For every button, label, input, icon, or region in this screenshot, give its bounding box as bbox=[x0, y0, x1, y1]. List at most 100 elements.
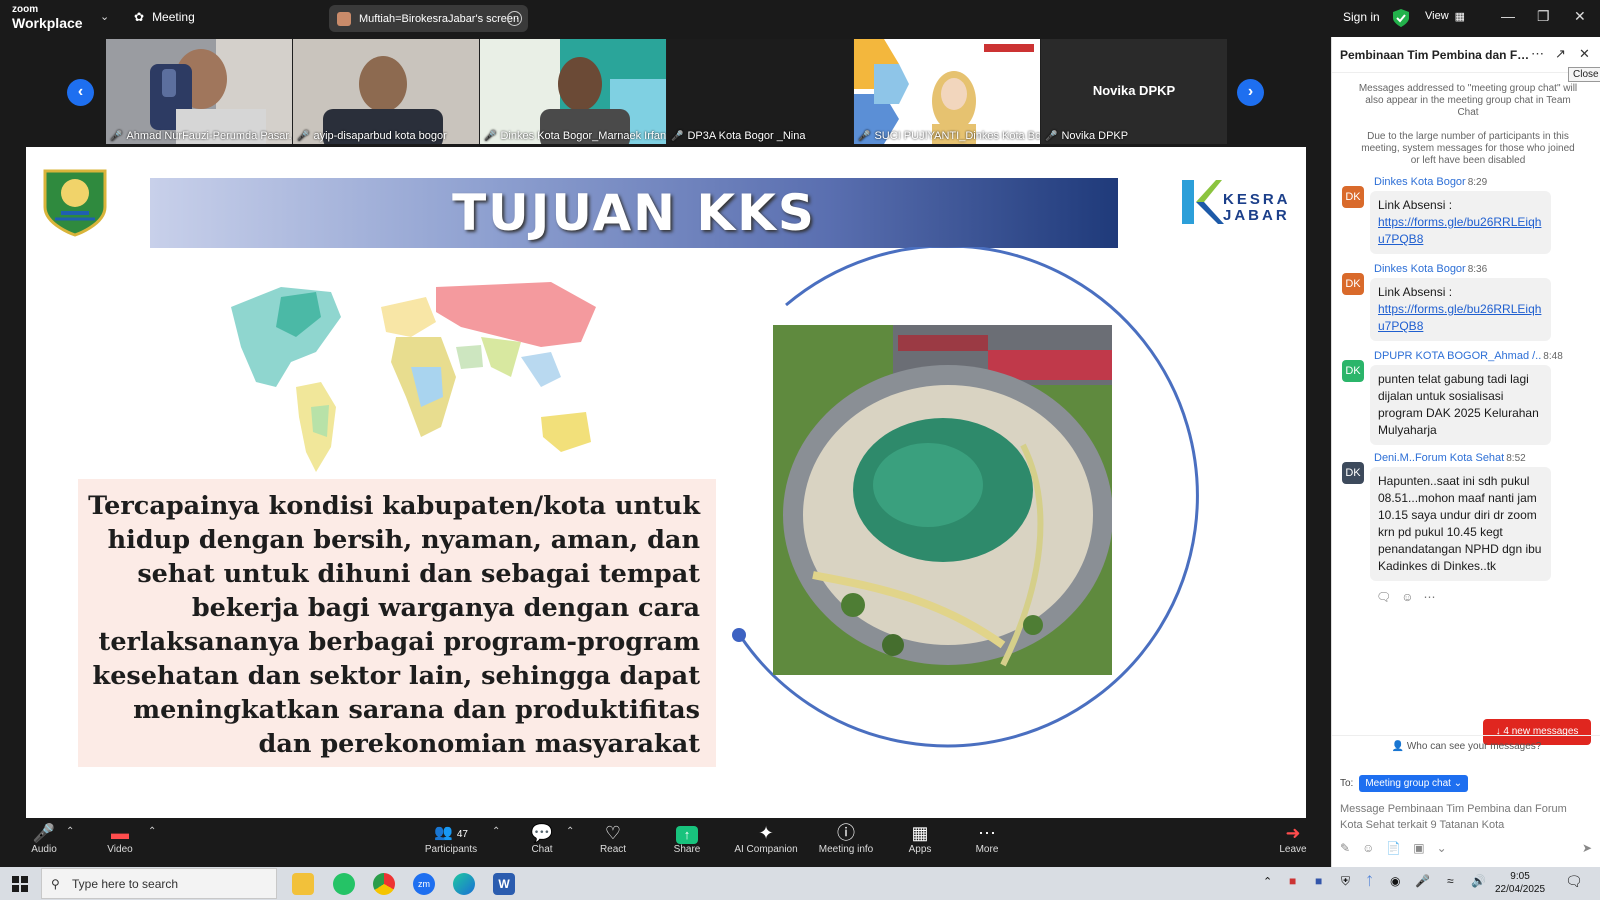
send-icon[interactable]: ➤ bbox=[1582, 841, 1592, 855]
title-banner: TUJUAN KKS bbox=[150, 178, 1118, 248]
popout-icon[interactable]: ↗ bbox=[1555, 46, 1566, 62]
message-actions: 🗨 ☺ ⋯ bbox=[1376, 590, 1436, 604]
gallery-next-button[interactable]: › bbox=[1237, 79, 1264, 106]
sender-name[interactable]: Dinkes Kota Bogor bbox=[1374, 176, 1466, 188]
video-tile[interactable]: 🎤 Ahmad NurFauzi-Perumda Pasar... bbox=[106, 39, 292, 144]
close-window-icon[interactable]: ✕ bbox=[1574, 8, 1586, 25]
objective-line: hidup dengan bersih, nyaman, aman, dan bbox=[107, 525, 700, 555]
gallery-prev-button[interactable]: ‹ bbox=[67, 79, 94, 106]
objective-text: Tercapainya kondisi kabupaten/kota untuk… bbox=[80, 489, 700, 761]
sharer-avatar bbox=[337, 11, 351, 26]
recipient-row: To: Meeting group chat ⌄ bbox=[1340, 775, 1469, 792]
view-label: View bbox=[1425, 10, 1449, 22]
wifi-icon[interactable]: ≈ bbox=[1447, 874, 1454, 888]
mic-muted-icon: 🎤 bbox=[32, 823, 56, 843]
apps-button[interactable]: ▦ Apps bbox=[906, 822, 934, 855]
tray-app-icon[interactable]: ■ bbox=[1315, 874, 1322, 888]
meeting-info-button[interactable]: ⓘ Meeting info bbox=[816, 822, 876, 855]
video-tile[interactable]: 🎤 SUCI PUJIYANTI_Dinkes Kota Bog... bbox=[854, 39, 1040, 144]
avatar: DK bbox=[1342, 186, 1364, 208]
file-explorer-icon[interactable] bbox=[292, 873, 314, 895]
sender-name[interactable]: Deni.M..Forum Kota Sehat bbox=[1374, 452, 1504, 464]
message-link[interactable]: https://forms.gle/bu26RRLEiqhu7PQB8 bbox=[1378, 215, 1541, 246]
whatsapp-icon[interactable] bbox=[333, 873, 355, 895]
close-icon[interactable]: ✕ bbox=[1579, 46, 1590, 62]
file-icon[interactable]: 📄 bbox=[1386, 841, 1401, 855]
city-park-aerial-photo bbox=[773, 325, 1112, 675]
tray-app-icon[interactable]: ■ bbox=[1289, 874, 1296, 888]
mic-muted-icon: 🎤 bbox=[671, 130, 684, 142]
chevron-down-icon[interactable]: ⌄ bbox=[100, 10, 109, 23]
objective-line: meningkatkan sarana dan produktifitas bbox=[133, 695, 700, 725]
chat-button[interactable]: 💬 Chat bbox=[525, 822, 559, 855]
taskbar-clock[interactable]: 9:05 22/04/2025 bbox=[1495, 870, 1545, 896]
recipient-dropdown[interactable]: Meeting group chat ⌄ bbox=[1359, 775, 1469, 792]
message-text: Link Absensi : bbox=[1378, 198, 1453, 212]
windows-taskbar: ⚲ Type here to search zm W ⌃ ■ ■ ⛨ ᛏ ◉ 🎤… bbox=[0, 867, 1600, 900]
screen-share-indicator[interactable]: Muftiah=BirokesraJabar's screen ⋯ bbox=[329, 5, 528, 32]
message-link[interactable]: https://forms.gle/bu26RRLEiqhu7PQB8 bbox=[1378, 302, 1541, 333]
message-time: 8:48 bbox=[1543, 351, 1563, 362]
ai-companion-button[interactable]: ✦ AI Companion bbox=[733, 822, 799, 855]
chat-label: Chat bbox=[531, 844, 553, 855]
video-button[interactable]: ▬ Video bbox=[104, 822, 136, 855]
camera-icon[interactable]: ◉ bbox=[1390, 874, 1400, 888]
zoom-icon[interactable]: zm bbox=[413, 873, 435, 895]
sender-name[interactable]: Dinkes Kota Bogor bbox=[1374, 263, 1466, 275]
more-button[interactable]: ⋯ More bbox=[972, 822, 1002, 855]
emoji-icon[interactable]: ☺ bbox=[1362, 841, 1374, 855]
windows-start-icon[interactable] bbox=[12, 876, 28, 892]
sender-name[interactable]: DPUPR KOTA BOGOR_Ahmad /.. bbox=[1374, 350, 1541, 362]
video-tile[interactable]: 🎤 DP3A Kota Bogor _Nina bbox=[667, 39, 853, 144]
view-button[interactable]: View ▦ bbox=[1425, 10, 1465, 23]
tray-expand-icon[interactable]: ⌃ bbox=[1263, 875, 1272, 888]
avatar: DK bbox=[1342, 462, 1364, 484]
participant-gallery: 🎤 Ahmad NurFauzi-Perumda Pasar... 🎤 ayip-d… bbox=[106, 39, 1227, 144]
more-options-icon[interactable]: ⋯ bbox=[507, 11, 522, 26]
chrome-icon[interactable] bbox=[373, 873, 395, 895]
volume-icon[interactable]: 🔊 bbox=[1471, 874, 1486, 888]
who-can-see-link[interactable]: 👤 Who can see your messages? bbox=[1332, 735, 1600, 757]
word-icon[interactable]: W bbox=[493, 873, 515, 895]
microphone-icon[interactable]: 🎤 bbox=[1415, 874, 1430, 888]
reply-icon[interactable]: 🗨 bbox=[1376, 590, 1391, 604]
react-button[interactable]: ♡ React bbox=[596, 822, 630, 855]
edge-icon[interactable] bbox=[453, 873, 475, 895]
kesra-logo-text: KESRA JABAR bbox=[1223, 192, 1291, 224]
recipient-label: Meeting group chat bbox=[1365, 778, 1451, 789]
objective-line: sehat untuk dihuni dan sebagai tempat bbox=[137, 559, 700, 589]
video-tile[interactable]: Novika DPKP 🎤 Novika DPKP bbox=[1041, 39, 1227, 144]
message-input[interactable]: Message Pembinaan Tim Pembina dan Forum … bbox=[1340, 801, 1590, 833]
leave-button[interactable]: ➜ Leave bbox=[1278, 822, 1308, 855]
participants-options-caret[interactable]: ⌃ bbox=[492, 826, 500, 837]
audio-options-caret[interactable]: ⌃ bbox=[66, 826, 74, 837]
meeting-menu[interactable]: ✿ Meeting bbox=[134, 10, 195, 24]
add-reaction-icon[interactable]: ☺ bbox=[1401, 590, 1413, 604]
shield-icon[interactable]: ⛨ bbox=[1341, 874, 1350, 889]
chevron-down-icon[interactable]: ⌄ bbox=[1437, 841, 1447, 855]
shield-check-icon[interactable] bbox=[1393, 9, 1409, 27]
share-button[interactable]: ↑ Share bbox=[670, 822, 704, 855]
avatar: DK bbox=[1342, 273, 1364, 295]
message-meta: Deni.M..Forum Kota Sehat 8:52 bbox=[1374, 452, 1526, 464]
bluetooth-icon[interactable]: ᛏ bbox=[1366, 874, 1373, 888]
minimize-icon[interactable]: — bbox=[1501, 8, 1515, 24]
video-tile[interactable]: 🎤 Dinkes Kota Bogor_Marnaek Irfan bbox=[480, 39, 666, 144]
screenshot-icon[interactable]: ▣ bbox=[1413, 841, 1424, 855]
participants-button[interactable]: 👥 47 Participants bbox=[420, 822, 482, 855]
chat-options-caret[interactable]: ⌃ bbox=[566, 826, 574, 837]
kesra-line-1: KESRA bbox=[1223, 191, 1291, 208]
participant-video bbox=[854, 39, 1040, 144]
taskbar-search-input[interactable]: ⚲ Type here to search bbox=[41, 868, 277, 899]
audio-button[interactable]: 🎤 Audio bbox=[28, 822, 60, 855]
format-icon[interactable]: ✎ bbox=[1340, 841, 1350, 855]
notification-icon[interactable]: 🗨 bbox=[1565, 873, 1583, 890]
sign-in-button[interactable]: Sign in bbox=[1343, 10, 1380, 24]
more-options-icon[interactable]: ⋯ bbox=[1531, 46, 1544, 62]
video-tile[interactable]: 🎤 ayip-disaparbud kota bogor bbox=[293, 39, 479, 144]
more-options-icon[interactable]: ⋯ bbox=[1424, 590, 1436, 604]
react-label: React bbox=[599, 844, 627, 855]
video-options-caret[interactable]: ⌃ bbox=[148, 826, 156, 837]
audio-label: Audio bbox=[31, 844, 57, 855]
restore-icon[interactable]: ❐ bbox=[1537, 8, 1550, 25]
